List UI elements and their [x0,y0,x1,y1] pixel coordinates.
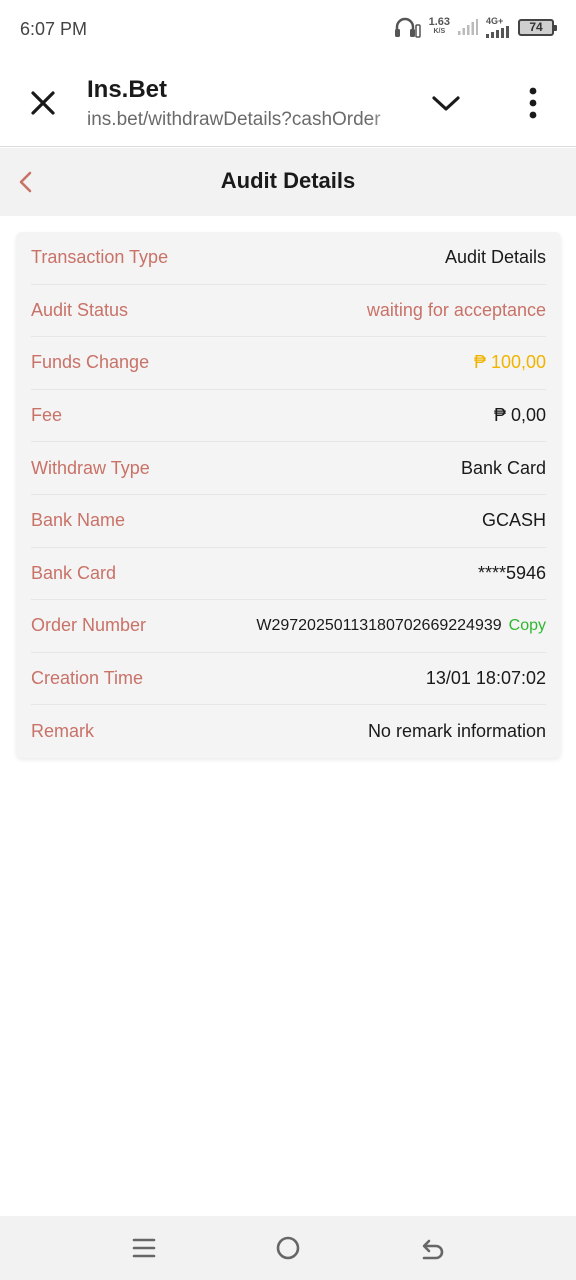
detail-value: Audit Details [444,247,546,268]
chevron-down-icon[interactable] [430,92,462,116]
site-title: Ins.Bet [87,76,168,103]
detail-row-withdraw-type: Withdraw Type Bank Card [31,442,546,495]
system-nav-bar [0,1216,576,1280]
signal-icon-1 [458,19,478,35]
detail-label: Bank Card [31,562,117,583]
network-speed: 1.63 K/S [429,17,450,37]
copy-button[interactable]: Copy [509,617,546,635]
detail-row-remark: Remark No remark information [31,705,546,758]
detail-label: Withdraw Type [31,457,150,478]
headphones-icon [394,17,421,38]
detail-value: 13/01 18:07:02 [425,668,546,689]
more-vertical-icon[interactable] [522,86,544,120]
funds-value: ₱ 100,00 [473,352,546,373]
home-circle-icon[interactable] [274,1234,302,1262]
menu-icon[interactable] [130,1234,158,1262]
detail-label: Order Number [31,615,147,636]
detail-value: Bank Card [460,457,546,478]
detail-row-order-number: Order Number W29720250113180702669224939… [31,600,546,653]
network-type: 4G+ [486,16,504,26]
detail-row-funds-change: Funds Change ₱ 100,00 [31,337,546,390]
speed-unit: K/S [433,28,446,35]
status-value: waiting for acceptance [366,299,546,320]
detail-label: Remark [31,721,95,742]
audit-details-card: Transaction Type Audit Details Audit Sta… [16,232,561,758]
url-fade [370,106,404,132]
detail-label: Fee [31,405,63,426]
page-header: Audit Details [0,148,576,216]
detail-row-transaction-type: Transaction Type Audit Details [31,232,546,285]
order-number-value: W29720250113180702669224939 [256,616,502,634]
detail-value: ₱ 0,00 [493,405,546,426]
detail-label: Transaction Type [31,247,169,268]
close-icon[interactable] [26,86,60,120]
detail-label: Bank Name [31,510,126,531]
battery-level: 74 [529,20,543,34]
site-url[interactable]: ins.bet/withdrawDetails?cashOrder [87,109,403,131]
order-number-group: W29720250113180702669224939 Copy [256,617,546,635]
browser-toolbar: Ins.Bet ins.bet/withdrawDetails?cashOrde… [0,58,576,147]
detail-label: Creation Time [31,668,144,689]
detail-label: Funds Change [31,352,150,373]
detail-row-bank-card: Bank Card ****5946 [31,548,546,601]
detail-row-fee: Fee ₱ 0,00 [31,390,546,443]
status-bar: 6:07 PM 1.63 K/S 4G+ 74 [0,0,576,58]
network-block: 4G+ [486,16,510,38]
return-icon[interactable] [418,1234,446,1262]
signal-icon-2 [486,26,509,38]
detail-value: GCASH [481,510,546,531]
page-title: Audit Details [220,168,356,193]
detail-value: ****5946 [477,562,546,583]
detail-row-creation-time: Creation Time 13/01 18:07:02 [31,653,546,706]
detail-row-audit-status: Audit Status waiting for acceptance [31,285,546,338]
speed-value: 1.63 [428,16,450,28]
detail-row-bank-name: Bank Name GCASH [31,495,546,548]
status-icons: 1.63 K/S 4G+ 74 [393,16,557,38]
battery-icon: 74 [518,18,557,36]
detail-label: Audit Status [31,299,129,320]
detail-value: No remark information [367,721,546,742]
status-time: 6:07 PM [20,18,88,39]
